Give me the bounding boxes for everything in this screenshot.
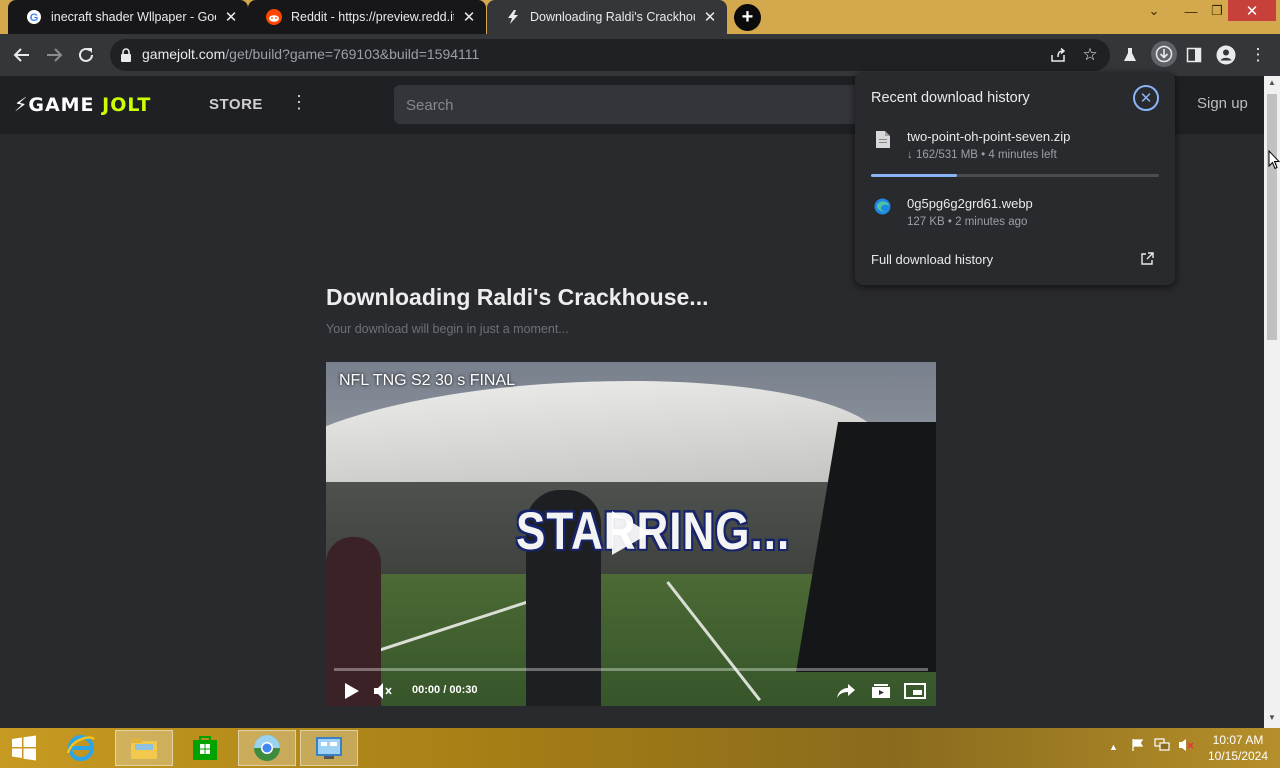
- download-item[interactable]: 0g5pg6g2grd61.webp 127 KB • 2 minutes ag…: [871, 196, 1161, 236]
- share-video-icon[interactable]: [835, 680, 857, 702]
- download-history-panel: Recent download history ✕ two-point-oh-p…: [855, 72, 1175, 285]
- mouse-cursor-icon: [1268, 150, 1280, 170]
- download-button[interactable]: [1151, 41, 1177, 67]
- minimize-button[interactable]: —: [1180, 0, 1202, 22]
- more-menu-icon[interactable]: ⋮: [290, 92, 308, 116]
- search-input[interactable]: [406, 95, 926, 115]
- bookmark-star-icon[interactable]: ☆: [1078, 43, 1102, 67]
- page-subtitle: Your download will begin in just a momen…: [326, 322, 569, 336]
- labs-flask-icon[interactable]: [1118, 43, 1142, 67]
- forward-button[interactable]: [42, 43, 66, 67]
- page-title: Downloading Raldi's Crackhouse...: [326, 284, 709, 310]
- reload-button[interactable]: [74, 43, 98, 67]
- tab-google[interactable]: G inecraft shader Wllpaper - Goog ✕: [8, 0, 248, 34]
- download-status: ↓ 162/531 MB • 4 minutes left: [907, 149, 1057, 161]
- system-clock[interactable]: 10:07 AM 10/15/2024: [1204, 732, 1272, 764]
- video-time: 00:00 / 00:30: [412, 684, 478, 696]
- windows-taskbar: ▲ 10:07 AM 10/15/2024: [0, 728, 1280, 768]
- download-progress-fill: [871, 174, 958, 177]
- signup-link[interactable]: Sign up: [1197, 95, 1248, 112]
- windows-logo-icon: [12, 735, 36, 761]
- full-download-history-link[interactable]: Full download history: [871, 252, 993, 267]
- tab-search-icon[interactable]: ⌄: [1143, 0, 1165, 22]
- action-center-flag-icon[interactable]: [1131, 738, 1145, 755]
- tab-gamejolt[interactable]: Downloading Raldi's Crackhouse ✕: [487, 0, 727, 34]
- video-title: NFL TNG S2 30 s FINAL: [339, 372, 516, 389]
- store-link[interactable]: STORE: [209, 96, 263, 113]
- back-button[interactable]: [10, 43, 34, 67]
- close-tab-icon[interactable]: ✕: [460, 8, 478, 26]
- scrollbar-thumb[interactable]: [1267, 94, 1277, 340]
- url-text: gamejolt.com/get/build?game=769103&build…: [142, 46, 480, 62]
- lock-icon[interactable]: [120, 48, 132, 62]
- tab-strip: G inecraft shader Wllpaper - Goog ✕ Redd…: [0, 0, 1280, 34]
- network-icon[interactable]: [1154, 738, 1170, 755]
- download-status: 127 KB • 2 minutes ago: [907, 216, 1028, 228]
- svg-text:G: G: [30, 12, 39, 24]
- gamejolt-logo[interactable]: ⚡GAME JOLT: [14, 94, 151, 116]
- restore-button[interactable]: ❐: [1206, 0, 1228, 22]
- scroll-down-icon[interactable]: ▼: [1264, 713, 1280, 727]
- fullscreen-icon[interactable]: [904, 680, 926, 702]
- show-hidden-icons-icon[interactable]: ▲: [1109, 742, 1118, 752]
- video-player[interactable]: STARRING... NFL TNG S2 30 s FINAL 00:00 …: [326, 362, 936, 706]
- watch-later-icon[interactable]: [870, 680, 892, 702]
- tab-title: inecraft shader Wllpaper - Goog: [51, 10, 216, 24]
- side-panel-icon[interactable]: [1182, 43, 1206, 67]
- internet-explorer-icon[interactable]: [52, 730, 110, 766]
- clock-time: 10:07 AM: [1212, 733, 1264, 747]
- download-item[interactable]: two-point-oh-point-seven.zip ↓ 162/531 M…: [871, 129, 1161, 169]
- edge-icon: [874, 198, 891, 215]
- volume-icon[interactable]: [372, 680, 394, 702]
- volume-muted-icon[interactable]: [1178, 738, 1194, 755]
- close-tab-icon[interactable]: ✕: [222, 8, 240, 26]
- close-window-button[interactable]: ✕: [1228, 0, 1276, 21]
- close-tab-icon[interactable]: ✕: [701, 8, 719, 26]
- menu-kebab-icon[interactable]: ⋮: [1246, 43, 1270, 67]
- clock-date: 10/15/2024: [1207, 749, 1269, 763]
- close-panel-button[interactable]: ✕: [1133, 85, 1159, 111]
- download-progress-bar: [871, 174, 1159, 177]
- video-progress-bar[interactable]: [334, 668, 928, 671]
- play-icon[interactable]: [340, 680, 362, 702]
- tab-reddit[interactable]: Reddit - https://preview.redd.it/ ✕: [248, 0, 486, 34]
- new-tab-button[interactable]: +: [734, 4, 761, 31]
- file-explorer-icon[interactable]: [115, 730, 173, 766]
- tab-title: Downloading Raldi's Crackhouse: [530, 10, 695, 24]
- download-filename: two-point-oh-point-seven.zip: [907, 129, 1071, 144]
- google-icon: G: [26, 9, 42, 25]
- share-icon[interactable]: [1046, 43, 1070, 67]
- chrome-app-icon[interactable]: [238, 730, 296, 766]
- page-scrollbar[interactable]: ▲ ▼: [1264, 76, 1280, 728]
- gamejolt-icon: [505, 9, 521, 25]
- download-icon: [1155, 45, 1173, 63]
- download-panel-heading: Recent download history: [871, 90, 1030, 106]
- open-external-icon[interactable]: [1139, 251, 1155, 267]
- store-app-icon[interactable]: [176, 730, 234, 766]
- download-filename: 0g5pg6g2grd61.webp: [907, 196, 1033, 211]
- file-icon: [876, 131, 890, 148]
- profile-avatar-icon[interactable]: [1214, 43, 1238, 67]
- big-play-icon[interactable]: [608, 508, 652, 558]
- address-bar[interactable]: gamejolt.com/get/build?game=769103&build…: [110, 39, 1110, 71]
- video-overlay-text: STARRING...: [516, 502, 791, 561]
- scroll-up-icon[interactable]: ▲: [1264, 78, 1280, 92]
- tab-title: Reddit - https://preview.redd.it/: [291, 10, 454, 24]
- start-button[interactable]: [0, 730, 48, 766]
- control-panel-icon[interactable]: [300, 730, 358, 766]
- browser-toolbar: gamejolt.com/get/build?game=769103&build…: [0, 34, 1280, 76]
- reddit-icon: [266, 9, 282, 25]
